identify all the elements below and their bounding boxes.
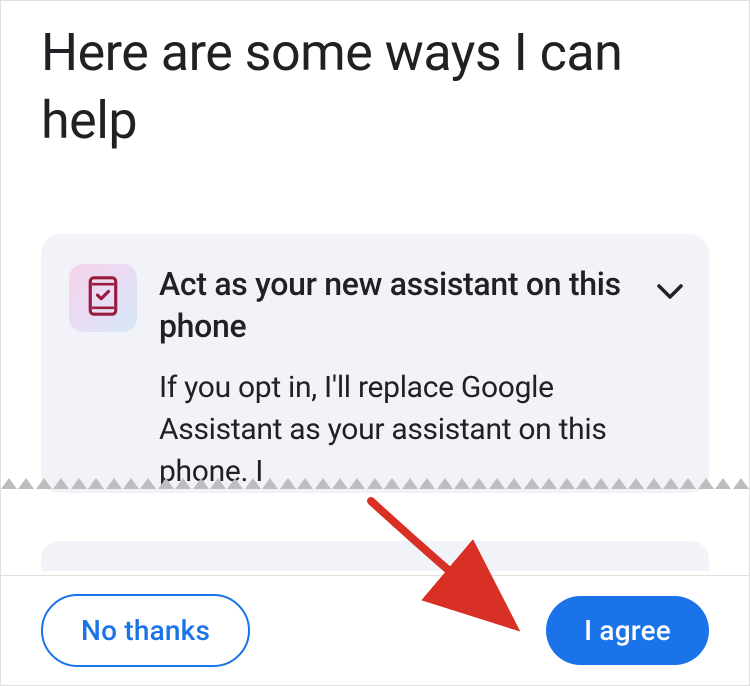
feature-card[interactable]: Act as your new assistant on this phone … — [41, 234, 709, 493]
card-description: If you opt in, I'll replace Google Assis… — [159, 367, 641, 493]
content-area: Act as your new assistant on this phone … — [1, 154, 749, 493]
expand-toggle[interactable] — [657, 284, 683, 304]
next-card-hint — [41, 541, 709, 571]
phone-check-icon — [87, 276, 119, 320]
card-icon-wrapper — [69, 264, 137, 332]
card-content: Act as your new assistant on this phone … — [159, 264, 681, 493]
bottom-action-bar: No thanks I agree — [1, 575, 749, 685]
card-title: Act as your new assistant on this phone — [159, 264, 641, 347]
agree-button[interactable]: I agree — [546, 596, 709, 665]
chevron-down-icon — [657, 285, 683, 304]
torn-edge-decoration — [1, 478, 749, 498]
page-title: Here are some ways I can help — [1, 1, 749, 154]
decline-button[interactable]: No thanks — [41, 594, 250, 667]
